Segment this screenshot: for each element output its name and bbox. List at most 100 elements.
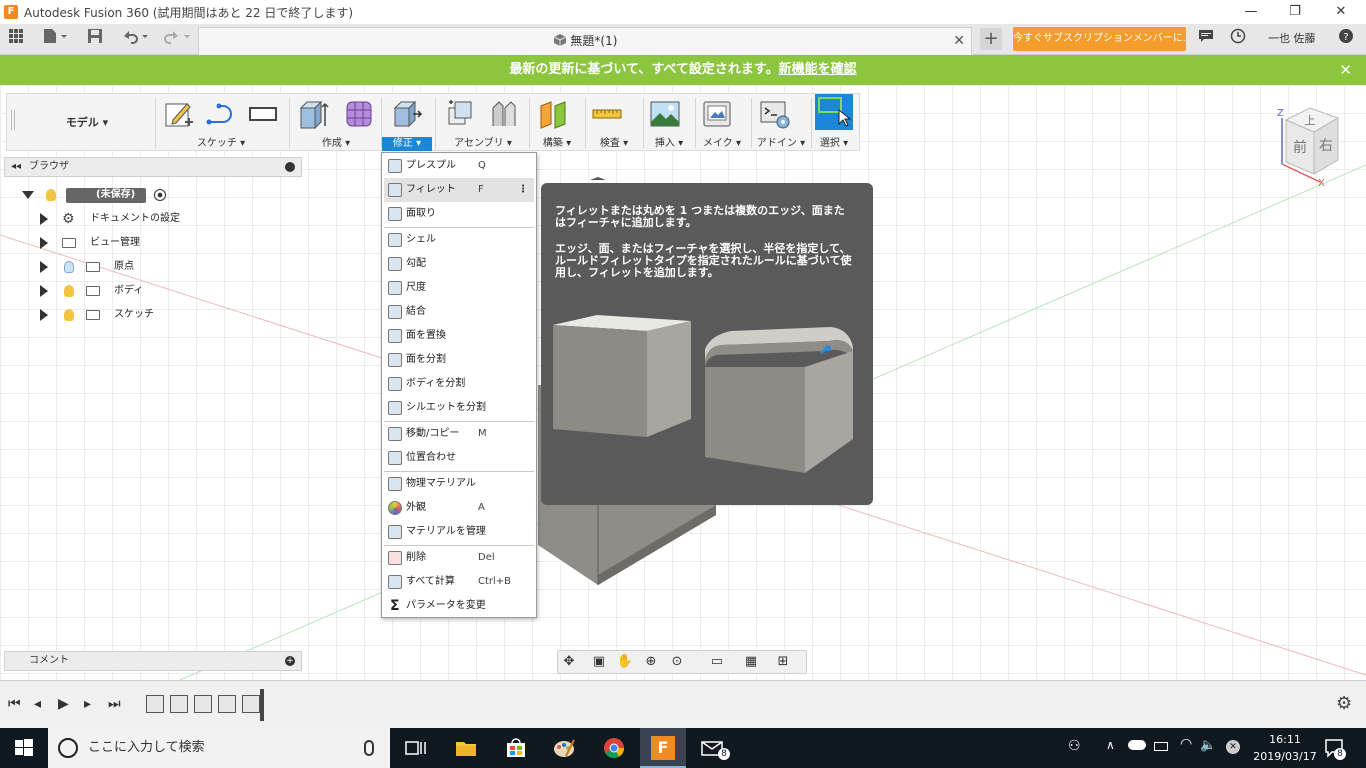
store-icon[interactable] [504,736,528,760]
user-account-menu[interactable]: 一也 佐藤 [1268,28,1316,50]
undo-icon[interactable] [118,28,152,50]
tree-item-document-settings[interactable]: ⚙ ドキュメントの設定 [36,209,196,229]
orbit-icon[interactable]: ✥ [560,654,578,670]
more-options-icon[interactable]: ⋮ [518,178,528,202]
pan-hand-icon[interactable]: ✋ [616,654,634,670]
fit-icon[interactable]: ⊙ [668,654,686,670]
input-method-icon[interactable]: ✕ [1226,740,1240,754]
timeline-marker[interactable] [260,689,264,721]
help-icon[interactable]: ? [1336,28,1356,50]
step-forward-icon[interactable]: ▸ [84,695,91,713]
paint-icon[interactable] [552,736,576,760]
mail-taskbar-item[interactable]: 8 [696,728,736,768]
extrude-icon[interactable] [297,98,329,130]
menu-item-combine[interactable]: 結合 [384,300,534,324]
tree-root-row[interactable]: (未保存) [18,185,178,205]
file-menu-icon[interactable] [40,28,70,50]
play-icon[interactable]: ▶ [58,695,69,713]
create-sketch-icon[interactable] [163,98,195,130]
battery-icon[interactable] [1154,742,1168,751]
people-icon[interactable]: ⚇ [1068,738,1081,754]
menu-item-align[interactable]: 位置合わせ [384,446,534,470]
viewcube-right-face[interactable]: 右 [1319,138,1333,154]
fusion-taskbar-item[interactable]: F [640,728,686,768]
create-menu[interactable]: 作成 ▾ [297,137,375,151]
whats-new-link[interactable]: 新機能を確認 [779,62,857,77]
show-hidden-icons-icon[interactable]: ∧ [1106,738,1115,752]
scripts-addins-icon[interactable] [759,98,791,130]
modify-menu[interactable]: 修正 ▾ [382,137,432,151]
expand-icon[interactable] [40,309,48,321]
job-status-icon[interactable] [1228,28,1248,50]
redo-icon[interactable] [160,28,194,50]
new-component-icon[interactable] [443,98,475,130]
subscribe-button[interactable]: 今すぐサブスクリプションメンバーに... [1013,27,1186,51]
measure-icon[interactable] [591,98,623,130]
activate-radio-icon[interactable] [154,189,166,201]
close-tab-button[interactable]: ✕ [953,28,965,54]
expand-icon[interactable] [40,237,48,249]
task-view-icon[interactable] [404,736,428,760]
timeline-settings-gear-icon[interactable]: ⚙ [1336,693,1352,714]
menu-item-press-pull[interactable]: プレスプル Q [384,154,534,178]
timeline-feature-extrude[interactable] [170,695,188,713]
browser-minimize-icon[interactable] [285,162,295,172]
look-at-icon[interactable]: ▣ [590,654,608,670]
tree-item-origin[interactable]: 原点 [36,257,196,277]
expand-icon[interactable] [40,213,48,225]
volume-icon[interactable]: 🔈 [1200,738,1216,753]
menu-item-split-body[interactable]: ボディを分割 [384,372,534,396]
action-center-button[interactable]: 8 [1322,736,1346,760]
menu-item-shell[interactable]: シェル [384,228,534,252]
viewcube-front-face[interactable]: 前 [1293,139,1307,156]
notifications-icon[interactable] [1196,28,1216,50]
collapse-icon[interactable] [22,191,34,199]
visibility-bulb-icon[interactable] [64,261,74,273]
menu-item-manage-materials[interactable]: マテリアルを管理 [384,520,534,544]
joint-icon[interactable] [487,98,519,130]
workspace-switcher[interactable]: モデル ▾ [17,98,157,148]
visibility-bulb-icon[interactable] [46,189,56,201]
assemble-menu[interactable]: アセンブリ ▾ [443,137,523,151]
visibility-bulb-icon[interactable] [64,285,74,297]
save-icon[interactable] [86,28,104,50]
timeline-feature-extrude-2[interactable] [242,695,260,713]
clock-time[interactable]: 16:11 [1262,733,1308,746]
visibility-bulb-icon[interactable] [64,309,74,321]
new-tab-button[interactable]: + [980,28,1002,50]
menu-item-compute-all[interactable]: すべて計算 Ctrl+B [384,570,534,594]
menu-item-silhouette-split[interactable]: シルエットを分割 [384,396,534,420]
select-tool-icon[interactable] [815,94,853,130]
menu-item-fillet[interactable]: フィレット F ⋮ [384,178,534,202]
menu-item-appearance[interactable]: 外観 A [384,496,534,520]
comments-panel-header[interactable]: コメント + [4,651,302,671]
document-tab[interactable]: 無題*(1) ✕ [198,27,972,55]
banner-close-button[interactable]: ✕ [1339,55,1352,85]
timeline-feature-sketch[interactable] [146,695,164,713]
toolbar-grip-icon[interactable] [11,110,15,130]
taskbar-search-input[interactable]: ここに入力して検索 [48,728,390,768]
close-window-button[interactable]: ✕ [1318,0,1364,24]
inspect-menu[interactable]: 検査 ▾ [587,137,641,151]
insert-menu[interactable]: 挿入 ▾ [645,137,693,151]
microphone-icon[interactable] [364,740,374,756]
menu-item-move-copy[interactable]: 移動/コピー M [384,422,534,446]
sketch-menu[interactable]: スケッチ ▾ [163,137,279,151]
line-tool-icon[interactable] [205,98,237,130]
file-explorer-icon[interactable] [454,736,478,760]
windows-start-icon[interactable] [12,736,36,760]
add-comment-icon[interactable]: + [285,656,295,666]
addins-menu[interactable]: アドイン ▾ [753,137,809,151]
tree-item-named-views[interactable]: ビュー管理 [36,233,196,253]
chrome-icon[interactable] [602,736,626,760]
menu-item-split-face[interactable]: 面を分割 [384,348,534,372]
timeline-feature-sketch-2[interactable] [218,695,236,713]
go-to-end-icon[interactable]: ⏭ [108,695,121,713]
tree-item-sketches[interactable]: スケッチ [36,305,196,325]
grid-settings-icon[interactable]: ▦ [742,654,760,670]
timeline-feature-component[interactable] [194,695,212,713]
wifi-icon[interactable]: ◠ [1180,736,1192,752]
rectangle-tool-icon[interactable] [247,98,279,130]
zoom-icon[interactable]: ⊕ [642,654,660,670]
construct-menu[interactable]: 構築 ▾ [531,137,583,151]
